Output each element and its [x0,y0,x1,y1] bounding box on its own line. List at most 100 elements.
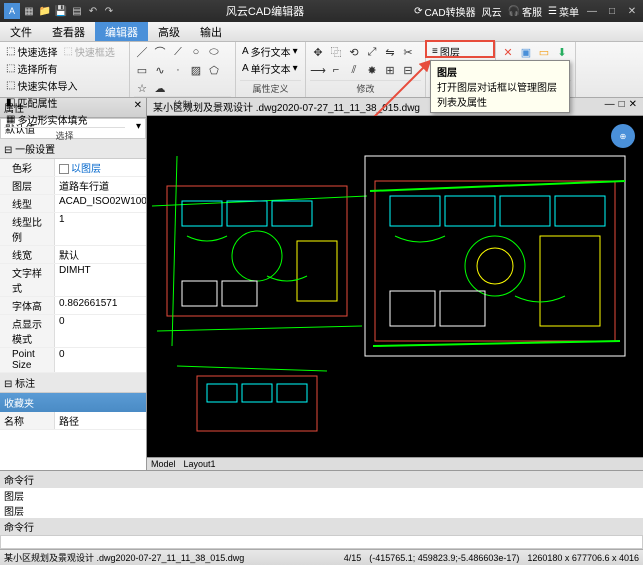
spline-icon[interactable]: ∿ [152,62,168,78]
ribbon-edit: ✥ ⿻ ⟲ ⤢ ⇋ ✂ ⟶ ⌐ ⫽ ✸ ⊞ ⊟ 修改 [306,42,426,97]
viewcube[interactable]: ⊕ [611,124,635,148]
redo-icon[interactable]: ↷ [102,4,116,18]
tab-output[interactable]: 输出 [190,22,232,41]
select-all[interactable]: ⬚选择所有 [4,61,59,76]
line-icon[interactable]: ／ [134,44,150,60]
cmd-history-2: 图层 [0,503,643,518]
doc-close-icon[interactable]: ✕ [629,99,637,114]
del-icon[interactable]: ✕ [500,44,516,60]
mtext[interactable]: A 多行文本▾ [240,44,300,59]
move-icon[interactable]: ✥ [310,44,326,60]
select-label: 选择 [4,127,125,142]
text-label: 属性定义 [240,80,301,95]
new-icon[interactable]: ▦ [22,4,36,18]
ribbon-draw: ／ ⌒ ⟋ ○ ⬭ ▭ ∿ · ▨ ⬠ ☆ ☁ 绘制 [130,42,236,97]
ellipse-icon[interactable]: ⬭ [206,44,222,60]
row-theight[interactable]: 字体高0.862661571 [0,297,146,315]
save-icon[interactable]: 💾 [54,4,68,18]
trim-icon[interactable]: ✂ [400,44,416,60]
grp-general[interactable]: ⊟ 一般设置 [0,139,146,159]
ribbon-text: A 多行文本▾ A 单行文本▾ 属性定义 [236,42,306,97]
quick-import[interactable]: ⬚快速实体导入 [4,78,79,93]
brand-link[interactable]: 风云 [482,4,502,19]
quick-select[interactable]: ⬚快速选择 [4,44,59,59]
maximize-icon[interactable]: □ [605,4,619,18]
extend-icon[interactable]: ⟶ [310,62,326,78]
ribbon: ⬚快速选择 ⬚快速框选 ⬚选择所有 ⬚快速实体导入 ◧匹配属性 ▦多边形实体填充… [0,42,643,98]
layer-tooltip: 图层 打开图层对话框以管理图层列表及属性 [430,60,570,113]
status-pages: 4/15 [344,553,362,563]
row-tstyle[interactable]: 文字样式DIMHT [0,264,146,297]
tab-file[interactable]: 文件 [0,22,42,41]
undo-icon[interactable]: ↶ [86,4,100,18]
cad-drawing [147,116,643,457]
row-lweight[interactable]: 线宽默认 [0,246,146,264]
row-psize[interactable]: Point Size0 [0,348,146,373]
star-icon[interactable]: ☆ [134,80,150,96]
mirror-icon[interactable]: ⇋ [382,44,398,60]
tab-editor[interactable]: 编辑器 [95,22,148,41]
tab-model[interactable]: Model [151,459,176,469]
window-title: 风云CAD编辑器 [116,3,414,19]
doc-min-icon[interactable]: — [605,99,615,114]
properties-panel: 属性✕ 默认值▾ ⊟ 一般设置 色彩以图层 图层道路车行道 线型ACAD_ISO… [0,98,147,470]
row-pdmode[interactable]: 点显示模式0 [0,315,146,348]
ribbon-select: ⬚快速选择 ⬚快速框选 ⬚选择所有 ⬚快速实体导入 ◧匹配属性 ▦多边形实体填充… [0,42,130,97]
poly-icon[interactable]: ⬠ [206,62,222,78]
scale-icon[interactable]: ⤢ [364,44,380,60]
doc-icon[interactable]: ▤ [70,4,84,18]
close-icon[interactable]: ✕ [625,4,639,18]
point-icon[interactable]: · [170,62,186,78]
rotate-icon[interactable]: ⟲ [346,44,362,60]
cmd-prompt-label: 命令行 [0,518,643,535]
circle-icon[interactable]: ○ [188,44,204,60]
row-lscale[interactable]: 线型比例1 [0,213,146,246]
insert-icon[interactable]: ⬇ [554,44,570,60]
explode-icon[interactable]: ✸ [364,62,380,78]
edit-label: 修改 [310,80,421,95]
doc-max-icon[interactable]: □ [619,99,625,114]
status-file: 某小区规划及景观设计 .dwg2020-07-27_11_11_38_015.d… [4,551,244,564]
app-icon: A [4,3,20,19]
canvas-wrap: 某小区规划及景观设计 .dwg2020-07-27_11_11_38_015.d… [147,98,643,470]
drawing-canvas[interactable]: ⊕ [147,116,643,457]
stext[interactable]: A 单行文本▾ [240,61,300,76]
row-ltype[interactable]: 线型ACAD_ISO02W100 [0,195,146,213]
grp-mark[interactable]: ⊟ 标注 [0,373,146,393]
converter-link[interactable]: ⟳ CAD转换器 [414,4,476,19]
offset-icon[interactable]: ⫽ [346,62,362,78]
status-coords: (-415765.1; 459823.9;-5.486603e-17) [369,553,519,563]
row-layer[interactable]: 图层道路车行道 [0,177,146,195]
arc-icon[interactable]: ⌒ [152,44,168,60]
quick-box: ⬚快速框选 [61,44,116,59]
block-icon[interactable]: ▣ [518,44,534,60]
row-color[interactable]: 色彩以图层 [0,159,146,177]
fillet-icon[interactable]: ⌐ [328,62,344,78]
dim-icon[interactable]: ▭ [536,44,552,60]
tab-viewer[interactable]: 查看器 [42,22,95,41]
hatch-icon[interactable]: ▨ [188,62,204,78]
rect-icon[interactable]: ▭ [134,62,150,78]
poly-fill[interactable]: ▦多边形实体填充 [4,112,89,127]
copy-icon[interactable]: ⿻ [328,44,344,60]
tab-layout1[interactable]: Layout1 [184,459,216,469]
array-icon[interactable]: ⊞ [382,62,398,78]
match-props[interactable]: ◧匹配属性 [4,95,59,110]
chevron-down-icon: ▾ [136,121,141,136]
model-tabs: Model Layout1 [147,457,643,470]
minimize-icon[interactable]: — [585,4,599,18]
menubar: 文件 查看器 编辑器 高级 输出 [0,22,643,42]
pline-icon[interactable]: ⟋ [170,44,186,60]
main: 属性✕ 默认值▾ ⊟ 一般设置 色彩以图层 图层道路车行道 线型ACAD_ISO… [0,98,643,470]
command-input[interactable] [0,535,643,549]
menu-link[interactable]: ☰ 菜单 [548,4,579,19]
layer-button[interactable]: ≡ 图层 [430,44,462,59]
titlebar: A ▦ 📁 💾 ▤ ↶ ↷ 风云CAD编辑器 ⟳ CAD转换器 风云 🎧 客服 … [0,0,643,22]
service-link[interactable]: 🎧 客服 [508,4,542,19]
open-icon[interactable]: 📁 [38,4,52,18]
tooltip-body: 打开图层对话框以管理图层列表及属性 [437,79,563,109]
tab-advanced[interactable]: 高级 [148,22,190,41]
fav-cols: 名称路径 [0,412,146,430]
cloud-icon[interactable]: ☁ [152,80,168,96]
break-icon[interactable]: ⊟ [400,62,416,78]
